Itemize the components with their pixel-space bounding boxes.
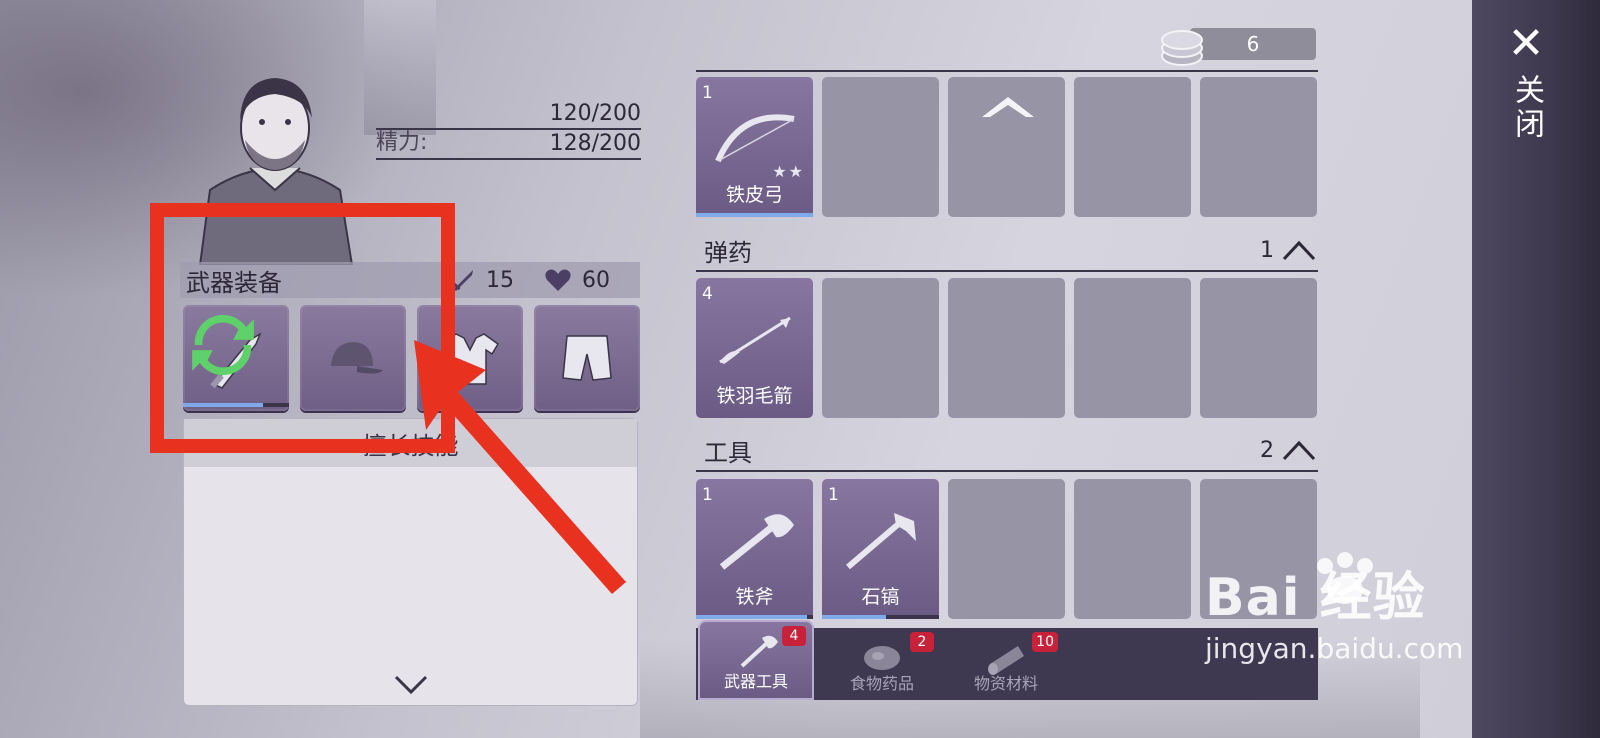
- tab-label: 物资材料: [973, 674, 1038, 693]
- durability-bar: [696, 213, 813, 217]
- close-button[interactable]: ✕ 关闭: [1496, 18, 1556, 143]
- heart-icon: [545, 269, 571, 291]
- inventory-slot-empty[interactable]: [948, 77, 1065, 217]
- durability-bar: [696, 615, 813, 619]
- inventory-slot-empty[interactable]: [948, 479, 1065, 619]
- attack-value: 15: [486, 267, 514, 293]
- item-name: 铁斧: [735, 586, 774, 608]
- currency-amount: 6: [1190, 28, 1316, 60]
- coin-stack-icon: [1161, 30, 1203, 66]
- close-sidebar: ✕ 关闭: [1472, 0, 1600, 738]
- stat-label: 精力:: [376, 130, 428, 155]
- chevron-up-icon: [1282, 440, 1316, 461]
- item-name: 铁羽毛箭: [716, 385, 793, 407]
- baidu-watermark: Bai 经验 jingyan.baidu.com: [1205, 552, 1464, 665]
- inventory-slot-empty[interactable]: [1200, 77, 1317, 217]
- section-title: 弹药: [704, 238, 752, 267]
- inventory-item-pickaxe[interactable]: 1 石镐: [822, 479, 939, 619]
- tab-label: 食物药品: [849, 674, 914, 693]
- health-stat: 60: [544, 267, 610, 293]
- tab-food-medicine[interactable]: 2 食物药品: [824, 628, 940, 700]
- tools-section-header: 工具 2: [704, 432, 1316, 468]
- tab-badge: 4: [782, 626, 806, 646]
- tab-materials[interactable]: 10 物资材料: [948, 628, 1064, 700]
- section-title: 工具: [704, 438, 752, 467]
- ammo-row: 4 铁羽毛箭: [696, 278, 1317, 418]
- pickaxe-icon: [846, 513, 916, 570]
- inventory-item-axe[interactable]: 1 铁斧: [696, 479, 813, 619]
- chevron-up-icon: [1282, 240, 1316, 261]
- divider: [696, 470, 1318, 472]
- section-count: 2: [1260, 437, 1274, 463]
- section-count: 1: [1260, 237, 1274, 263]
- tab-badge: 2: [910, 632, 934, 652]
- attack-stat: 15: [450, 267, 514, 293]
- chevron-down-icon[interactable]: [392, 673, 430, 697]
- close-label: 关闭: [1509, 74, 1544, 142]
- section-toggle[interactable]: 2: [1260, 438, 1316, 463]
- tab-label: 武器工具: [723, 672, 788, 691]
- watermark-url: jingyan.baidu.com: [1205, 632, 1464, 665]
- divider: [696, 70, 1318, 72]
- ammo-section-header: 弹药 1: [704, 232, 1316, 268]
- inventory-slot-empty[interactable]: [1074, 479, 1191, 619]
- item-stars: ★★: [772, 162, 805, 181]
- health-value: 60: [582, 267, 610, 293]
- axe-hammer-icon: [740, 635, 778, 668]
- arrow-icon: [719, 316, 791, 364]
- weapons-row: 1 ★★ 铁皮弓: [696, 77, 1317, 217]
- durability-bar: [822, 615, 939, 619]
- section-toggle[interactable]: 1: [1260, 238, 1316, 263]
- inventory-slot-empty[interactable]: [1200, 278, 1317, 418]
- inventory-slot-empty[interactable]: [1074, 278, 1191, 418]
- paw-logo: [1317, 552, 1373, 604]
- inventory-item-arrow[interactable]: 4 铁羽毛箭: [696, 278, 813, 418]
- inventory-slot-empty[interactable]: [822, 77, 939, 217]
- tab-weapons-tools[interactable]: 4 武器工具: [698, 620, 814, 700]
- inventory-slot-empty[interactable]: [948, 278, 1065, 418]
- item-name: 石镐: [861, 586, 900, 608]
- divider: [696, 270, 1318, 272]
- close-icon: ✕: [1507, 18, 1545, 69]
- stat-row-energy: 精力: 128/200: [376, 130, 641, 160]
- chevron-up-icon[interactable]: [978, 91, 1038, 121]
- inventory-item-bow[interactable]: 1 ★★ 铁皮弓: [696, 77, 813, 217]
- inventory-slot-empty[interactable]: [822, 278, 939, 418]
- stat-value: 128/200: [549, 131, 641, 156]
- stat-value: 120/200: [549, 101, 641, 126]
- tab-badge: 10: [1032, 632, 1058, 652]
- currency-display: 6: [1160, 24, 1320, 66]
- arrow-annotation: [414, 340, 626, 594]
- axe-icon: [719, 514, 794, 570]
- item-name: 铁皮弓: [725, 184, 783, 206]
- inventory-slot-empty[interactable]: [1074, 77, 1191, 217]
